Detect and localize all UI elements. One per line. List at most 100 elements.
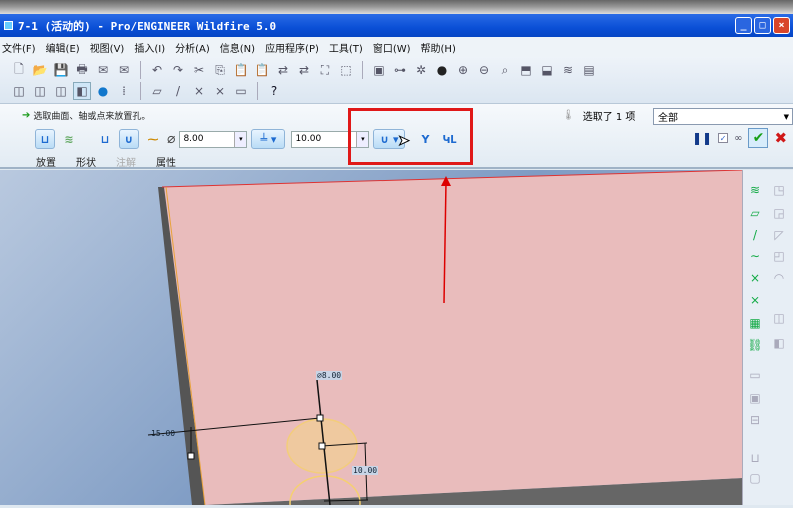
annotation-display-icon[interactable]: ▭ bbox=[232, 82, 250, 100]
diameter-dimension[interactable]: ⌀8.00 bbox=[316, 371, 343, 380]
graphics-area[interactable]: ⌀8.00 15.00 10.00 ➤ bbox=[0, 133, 743, 508]
app-icon bbox=[4, 21, 13, 30]
glasses-icon[interactable]: ∞ bbox=[734, 133, 742, 144]
extrude-tool-icon[interactable]: ⊔ bbox=[747, 450, 763, 466]
refit-icon[interactable]: ⌕ bbox=[496, 61, 514, 79]
revolve-tool-icon[interactable]: ▢ bbox=[747, 470, 763, 486]
menu-file[interactable]: 文件(F) bbox=[0, 40, 44, 55]
layers-icon[interactable]: ≋ bbox=[559, 61, 577, 79]
coord-sys-display-icon[interactable]: ⨯ bbox=[211, 82, 229, 100]
chain-icon[interactable]: ⛓ bbox=[747, 337, 763, 353]
hole-tool-icon[interactable]: ▭ bbox=[747, 367, 763, 383]
mirror-icon[interactable]: ◧ bbox=[771, 335, 787, 351]
menu-view[interactable]: 视图(V) bbox=[88, 40, 133, 55]
hidden-line-icon[interactable]: ◫ bbox=[31, 82, 49, 100]
paste-special-icon[interactable]: 📋 bbox=[253, 61, 271, 79]
zoom-in-icon[interactable]: ⊕ bbox=[454, 61, 472, 79]
depth-dimension[interactable]: 10.00 bbox=[352, 466, 379, 475]
datum-axis-display-icon[interactable]: / bbox=[169, 82, 187, 100]
standard-hole-button[interactable]: ≋ bbox=[59, 129, 79, 149]
preview-checkbox[interactable]: ✓ bbox=[718, 133, 729, 143]
shaded-icon[interactable]: ◧ bbox=[73, 82, 91, 100]
highlight-box bbox=[348, 108, 473, 165]
datum-plane-icon[interactable]: ▱ bbox=[747, 205, 763, 221]
draft-icon[interactable]: ◸ bbox=[771, 227, 787, 243]
blend-icon[interactable]: ◰ bbox=[771, 248, 787, 264]
diameter-symbol: ⌀ bbox=[167, 131, 176, 147]
no-hidden-icon[interactable]: ◫ bbox=[52, 82, 70, 100]
menu-analysis[interactable]: 分析(A) bbox=[173, 40, 218, 55]
datum-curve-icon[interactable]: ∼ bbox=[747, 248, 763, 264]
menu-tools[interactable]: 工具(T) bbox=[327, 40, 371, 55]
tab-shape[interactable]: 形状 bbox=[76, 154, 96, 169]
pattern-icon[interactable]: ◫ bbox=[771, 310, 787, 326]
copy-icon[interactable]: ⎘ bbox=[211, 61, 229, 79]
wireframe-icon[interactable]: ◫ bbox=[10, 82, 28, 100]
sketch-profile-button[interactable]: ⁓ bbox=[143, 129, 163, 149]
tab-properties[interactable]: 属性 bbox=[156, 154, 176, 169]
diameter-input[interactable]: 8.00 ▾ bbox=[179, 130, 248, 148]
menu-info[interactable]: 信息(N) bbox=[218, 40, 263, 55]
context-help-icon[interactable]: ? bbox=[265, 82, 283, 100]
ok-button[interactable]: ✔ bbox=[748, 128, 769, 148]
diameter-value: 8.00 bbox=[183, 134, 204, 144]
undo-icon[interactable]: ↶ bbox=[148, 61, 166, 79]
tab-placement[interactable]: 放置 bbox=[36, 154, 56, 169]
menu-window[interactable]: 窗口(W) bbox=[371, 40, 419, 55]
new-icon[interactable]: 🗋 bbox=[10, 61, 28, 79]
redo-icon[interactable]: ↷ bbox=[169, 61, 187, 79]
zoom-out-icon[interactable]: ⊖ bbox=[475, 61, 493, 79]
maximize-button[interactable]: □ bbox=[754, 17, 771, 34]
datum-plane-display-icon[interactable]: ▱ bbox=[148, 82, 166, 100]
diameter-dropdown[interactable]: ▾ bbox=[234, 131, 247, 147]
cancel-button[interactable]: ✖ bbox=[774, 129, 787, 147]
open-icon[interactable]: 📂 bbox=[31, 61, 49, 79]
menu-insert[interactable]: 插入(I) bbox=[132, 40, 173, 55]
depth-option-button[interactable]: ╧ ▾ bbox=[251, 129, 286, 149]
coord-sys-icon[interactable]: ⨯ bbox=[747, 292, 763, 308]
minimize-button[interactable]: _ bbox=[735, 17, 752, 34]
close-button[interactable]: × bbox=[773, 17, 790, 34]
view-manager-icon[interactable]: ▤ bbox=[580, 61, 598, 79]
paste-icon[interactable]: 📋 bbox=[232, 61, 250, 79]
regenerate-manager-icon[interactable]: ⇄ bbox=[295, 61, 313, 79]
repaint-icon[interactable]: ▣ bbox=[370, 61, 388, 79]
chamfer-icon[interactable]: ◲ bbox=[771, 205, 787, 221]
find-icon[interactable]: ⛶ bbox=[316, 61, 334, 79]
menu-edit[interactable]: 编辑(E) bbox=[44, 40, 88, 55]
datum-point-display-icon[interactable]: × bbox=[190, 82, 208, 100]
toolbars: 🗋 📂 💾 🖶 ✉ ✉ ↶ ↷ ✂ ⎘ 📋 📋 ⇄ ⇄ ⛶ ⬚ ▣ ⊶ ✲ ● … bbox=[0, 57, 793, 103]
orient-icon[interactable]: ✲ bbox=[412, 61, 430, 79]
print-icon[interactable]: 🖶 bbox=[73, 61, 91, 79]
display-style-icon[interactable]: ⁞ bbox=[115, 82, 133, 100]
filter-select[interactable]: 全部 ▼ bbox=[653, 108, 793, 125]
rectangle-profile-button[interactable]: ⊔ bbox=[95, 129, 115, 149]
round-icon[interactable]: ◳ bbox=[771, 182, 787, 198]
regenerate-icon[interactable]: ⇄ bbox=[274, 61, 292, 79]
pause-icon[interactable]: ❚❚ bbox=[692, 131, 712, 145]
save-icon[interactable]: 💾 bbox=[52, 61, 70, 79]
datum-axis-icon[interactable]: / bbox=[747, 227, 763, 243]
offset-dimension[interactable]: 15.00 bbox=[150, 429, 176, 438]
email-icon[interactable]: ✉ bbox=[94, 61, 112, 79]
filter-value: 全部 bbox=[658, 113, 678, 124]
selection-box-icon[interactable]: ⬚ bbox=[337, 61, 355, 79]
reorient-icon[interactable]: ⬒ bbox=[517, 61, 535, 79]
menu-help[interactable]: 帮助(H) bbox=[419, 40, 464, 55]
sweep-icon[interactable]: ◠ bbox=[771, 270, 787, 286]
cut-icon[interactable]: ✂ bbox=[190, 61, 208, 79]
rib-tool-icon[interactable]: ⊟ bbox=[747, 412, 763, 428]
enhanced-realism-icon[interactable]: ● bbox=[94, 82, 112, 100]
sketch-icon[interactable]: ≋ bbox=[747, 182, 763, 198]
spin-center-icon[interactable]: ⊶ bbox=[391, 61, 409, 79]
saved-views-icon[interactable]: ⬓ bbox=[538, 61, 556, 79]
tab-note[interactable]: 注解 bbox=[116, 154, 136, 169]
standard-profile-button[interactable]: ∪ bbox=[119, 129, 139, 149]
shading-icon[interactable]: ● bbox=[433, 61, 451, 79]
analysis-feature-icon[interactable]: ▦ bbox=[747, 315, 763, 331]
datum-point-icon[interactable]: × bbox=[747, 270, 763, 286]
email-link-icon[interactable]: ✉ bbox=[115, 61, 133, 79]
simple-hole-button[interactable]: ⊔ bbox=[35, 129, 55, 149]
shell-tool-icon[interactable]: ▣ bbox=[747, 390, 763, 406]
menu-applications[interactable]: 应用程序(P) bbox=[263, 40, 327, 55]
